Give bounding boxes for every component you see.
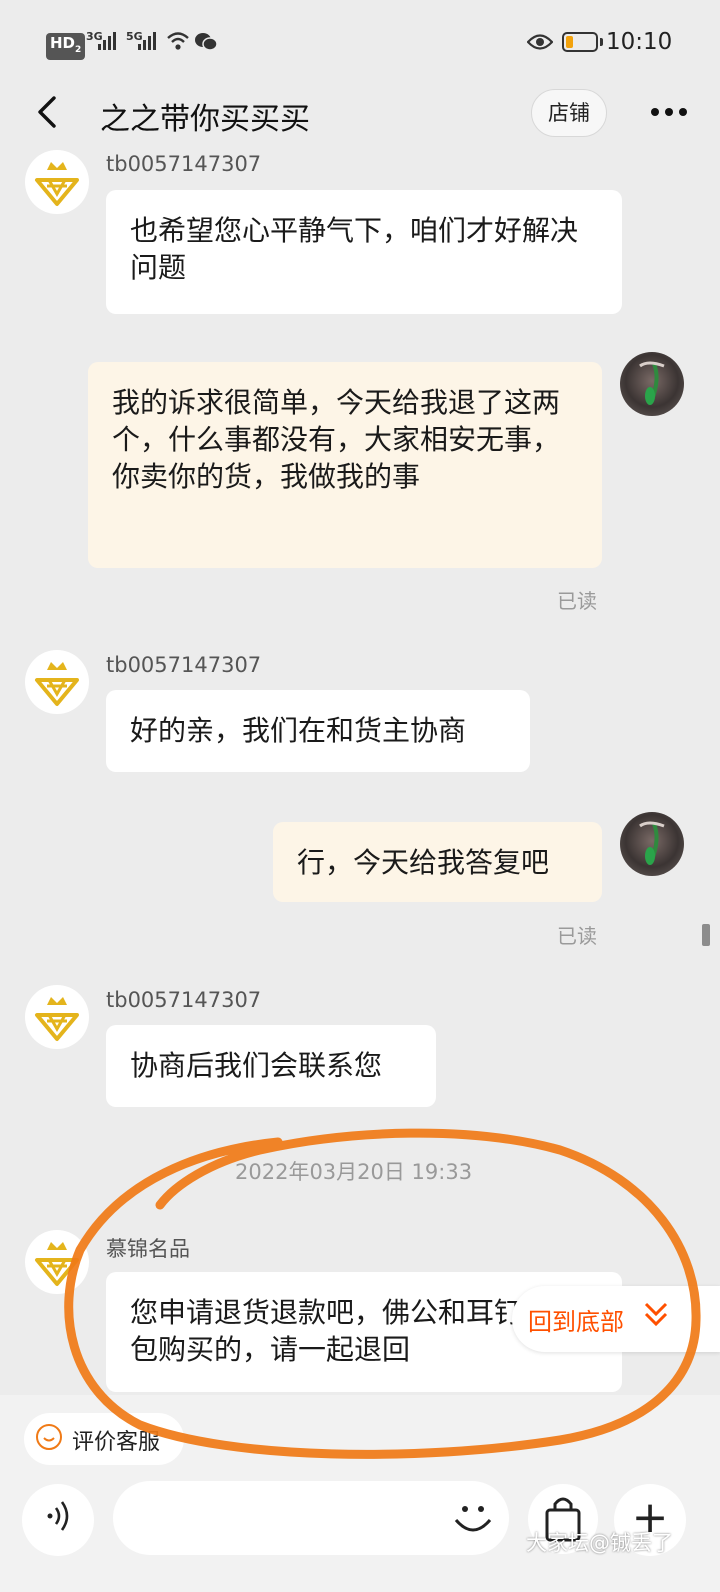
photo-thumbnail-icon (639, 821, 665, 865)
battery-level (566, 36, 573, 48)
sender-name: 慕锦名品 (106, 1237, 190, 1261)
voice-icon (44, 1496, 74, 1543)
double-chevron-down-icon (642, 1298, 670, 1337)
crown-logo-icon (35, 662, 79, 706)
read-status: 已读 (557, 589, 597, 613)
photo-thumbnail-icon (639, 361, 665, 405)
shop-avatar[interactable] (25, 150, 89, 214)
crown-logo-icon (35, 1242, 79, 1286)
chat-timestamp: 2022年03月20日 19:33 (235, 1160, 473, 1184)
rate-service-label: 评价客服 (72, 1430, 161, 1455)
user-avatar[interactable] (620, 352, 684, 416)
message-bubble[interactable]: 也希望您心平静气下，咱们才好解决问题 (106, 190, 622, 314)
read-status: 已读 (557, 924, 597, 948)
message-bubble[interactable]: 协商后我们会联系您 (106, 1025, 436, 1107)
signal-icon (138, 32, 156, 50)
user-avatar[interactable] (620, 812, 684, 876)
emoji-icon[interactable] (450, 1494, 496, 1540)
sender-name: tb0057147307 (106, 152, 262, 172)
chevron-left-icon[interactable] (28, 88, 72, 136)
wifi-icon (166, 30, 190, 56)
crown-logo-icon (35, 162, 79, 206)
chat-title: 之之带你买买买 (100, 102, 310, 137)
sender-name: tb0057147307 (106, 988, 262, 1012)
battery-cap (600, 38, 603, 46)
message-bubble[interactable]: 我的诉求很简单，今天给我退了这两个，什么事都没有，大家相安无事，你卖你的货，我做… (88, 362, 602, 568)
message-bubble[interactable]: 好的亲，我们在和货主协商 (106, 690, 530, 772)
shop-avatar[interactable] (25, 650, 89, 714)
signal-icon (98, 32, 116, 50)
status-time: 10:10 (606, 29, 673, 55)
battery-icon (562, 32, 598, 52)
more-dots-icon[interactable] (644, 92, 694, 132)
back-to-bottom-label: 回到底部 (528, 1308, 624, 1336)
crown-logo-icon (35, 997, 79, 1041)
eye-icon (526, 32, 554, 56)
status-bar: HD2 3G 5G 10:10 (0, 0, 720, 88)
wechat-icon (194, 31, 218, 57)
shop-avatar[interactable] (25, 985, 89, 1049)
watermark: 大家坛@铖丢了 (526, 1531, 673, 1555)
smile-icon (36, 1424, 62, 1450)
hd-badge: HD2 (46, 33, 86, 60)
message-bubble[interactable]: 行，今天给我答复吧 (273, 822, 602, 902)
scroll-indicator[interactable] (702, 924, 710, 946)
store-button[interactable]: 店铺 (531, 89, 607, 137)
sender-name: tb0057147307 (106, 653, 262, 677)
shop-avatar[interactable] (25, 1230, 89, 1294)
